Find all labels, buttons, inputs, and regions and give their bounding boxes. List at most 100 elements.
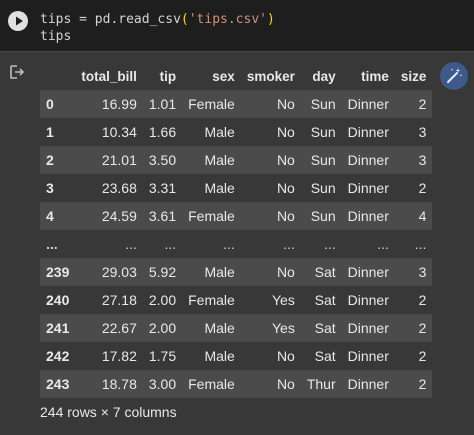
table-cell-size: 2 bbox=[418, 320, 427, 336]
table-cell-day: Sat bbox=[314, 292, 336, 308]
row-index: 1 bbox=[46, 124, 54, 140]
table-cell-time: Dinner bbox=[347, 124, 389, 140]
output-redirect-icon[interactable] bbox=[9, 64, 25, 80]
table-cell-size: 3 bbox=[418, 152, 427, 168]
table-cell-tip: 3.00 bbox=[148, 376, 177, 392]
table-row: 243 18.78 3.00 Female No Thur Dinner 2 bbox=[40, 370, 433, 398]
code-open-paren: ( bbox=[180, 12, 189, 27]
table-row: 2 21.01 3.50 Male No Sun Dinner 3 bbox=[40, 146, 433, 174]
table-cell-sex: Male bbox=[204, 124, 235, 140]
table-cell-sex: Male bbox=[204, 348, 235, 364]
table-cell-smoker: No bbox=[276, 208, 295, 224]
table-cell-total_bill: 10.34 bbox=[101, 124, 137, 140]
table-row: 4 24.59 3.61 Female No Sun Dinner 4 bbox=[40, 202, 433, 230]
table-cell-sex: Female bbox=[188, 376, 235, 392]
table-cell-tip: 3.50 bbox=[148, 152, 177, 168]
column-header: size bbox=[400, 68, 427, 84]
table-cell-time: Dinner bbox=[347, 96, 389, 112]
code-assign: = bbox=[71, 12, 95, 27]
table-cell-smoker: No bbox=[276, 376, 295, 392]
table-cell-size: ... bbox=[414, 236, 427, 252]
table-cell-sex: Male bbox=[204, 180, 235, 196]
table-cell-smoker: No bbox=[276, 152, 295, 168]
table-cell-day: ... bbox=[323, 236, 336, 252]
table-cell-tip: 3.31 bbox=[148, 180, 177, 196]
table-cell-size: 3 bbox=[418, 264, 427, 280]
table-cell-tip: ... bbox=[164, 236, 177, 252]
row-index: 240 bbox=[46, 292, 70, 308]
column-header: sex bbox=[212, 68, 235, 84]
table-cell-size: 2 bbox=[418, 180, 427, 196]
row-index: 0 bbox=[46, 96, 54, 112]
code-var: tips bbox=[40, 12, 72, 27]
table-cell-total_bill: 16.99 bbox=[101, 96, 137, 112]
row-index: 242 bbox=[46, 348, 70, 364]
table-cell-tip: 1.01 bbox=[148, 96, 177, 112]
table-cell-smoker: No bbox=[276, 124, 295, 140]
magic-wand-icon bbox=[447, 68, 463, 83]
magic-wand-button[interactable] bbox=[440, 62, 468, 90]
notebook: tips = pd.read_csv('tips.csv') tips tota… bbox=[0, 0, 474, 435]
table-cell-time: Dinner bbox=[347, 320, 389, 336]
table-cell-sex: Female bbox=[188, 292, 235, 308]
row-index: 241 bbox=[46, 320, 70, 336]
table-cell-size: 2 bbox=[418, 348, 427, 364]
table-cell-day: Sat bbox=[314, 320, 336, 336]
table-cell-time: Dinner bbox=[347, 376, 389, 392]
dataframe-table: total_bill tip sex smoker day time size … bbox=[40, 62, 433, 398]
column-header: day bbox=[312, 68, 336, 84]
index-header bbox=[40, 62, 75, 90]
table-cell-sex: Male bbox=[204, 152, 235, 168]
code-editor[interactable]: tips = pd.read_csv('tips.csv') tips bbox=[40, 11, 275, 45]
row-index: 2 bbox=[46, 152, 54, 168]
table-row: 241 22.67 2.00 Male Yes Sat Dinner 2 bbox=[40, 314, 433, 342]
run-cell-button[interactable] bbox=[8, 11, 28, 31]
table-cell-tip: 2.00 bbox=[148, 320, 177, 336]
table-cell-day: Sun bbox=[310, 96, 336, 112]
table-row: 240 27.18 2.00 Female Yes Sat Dinner 2 bbox=[40, 286, 433, 314]
dataframe-shape-caption: 244 rows × 7 columns bbox=[40, 404, 177, 420]
table-cell-day: Sun bbox=[310, 180, 336, 196]
table-row: 239 29.03 5.92 Male No Sat Dinner 3 bbox=[40, 258, 433, 286]
table-cell-smoker: No bbox=[276, 96, 295, 112]
table-cell-total_bill: 17.82 bbox=[101, 348, 137, 364]
column-header: time bbox=[361, 68, 389, 84]
table-cell-day: Thur bbox=[306, 376, 336, 392]
table-cell-time: Dinner bbox=[347, 264, 389, 280]
table-cell-sex: Male bbox=[204, 320, 235, 336]
table-cell-tip: 5.92 bbox=[148, 264, 177, 280]
table-cell-smoker: Yes bbox=[272, 320, 295, 336]
row-index: 4 bbox=[46, 208, 54, 224]
table-cell-total_bill: 29.03 bbox=[101, 264, 137, 280]
table-cell-time: Dinner bbox=[347, 208, 389, 224]
code-line-2: tips bbox=[40, 29, 72, 44]
table-cell-time: Dinner bbox=[347, 348, 389, 364]
table-cell-smoker: No bbox=[276, 180, 295, 196]
row-index: 243 bbox=[46, 376, 70, 392]
code-cell[interactable]: tips = pd.read_csv('tips.csv') tips bbox=[0, 0, 474, 52]
table-row: 3 23.68 3.31 Male No Sun Dinner 2 bbox=[40, 174, 433, 202]
code-string: 'tips.csv' bbox=[188, 12, 267, 27]
table-cell-total_bill: 23.68 bbox=[101, 180, 137, 196]
table-row: 0 16.99 1.01 Female No Sun Dinner 2 bbox=[40, 90, 433, 118]
table-cell-day: Sat bbox=[314, 348, 336, 364]
table-cell-size: 4 bbox=[418, 208, 427, 224]
table-header-row: total_bill tip sex smoker day time size bbox=[40, 62, 432, 90]
table-cell-time: Dinner bbox=[347, 180, 389, 196]
table-row: 1 10.34 1.66 Male No Sun Dinner 3 bbox=[40, 118, 433, 146]
table-cell-time: ... bbox=[377, 236, 389, 252]
row-index: ... bbox=[46, 236, 58, 252]
table-cell-tip: 2.00 bbox=[148, 292, 177, 308]
table-row: ........................ bbox=[40, 230, 433, 258]
table-cell-time: Dinner bbox=[347, 292, 389, 308]
table-cell-day: Sat bbox=[314, 264, 336, 280]
table-cell-sex: Female bbox=[188, 96, 235, 112]
table-cell-time: Dinner bbox=[347, 152, 389, 168]
table-cell-smoker: Yes bbox=[272, 292, 295, 308]
table-row: 242 17.82 1.75 Male No Sat Dinner 2 bbox=[40, 342, 433, 370]
row-index: 3 bbox=[46, 180, 54, 196]
code-call: pd.read_csv bbox=[94, 12, 181, 27]
column-header: smoker bbox=[246, 68, 295, 84]
table-cell-size: 2 bbox=[418, 96, 427, 112]
table-cell-day: Sun bbox=[310, 152, 336, 168]
